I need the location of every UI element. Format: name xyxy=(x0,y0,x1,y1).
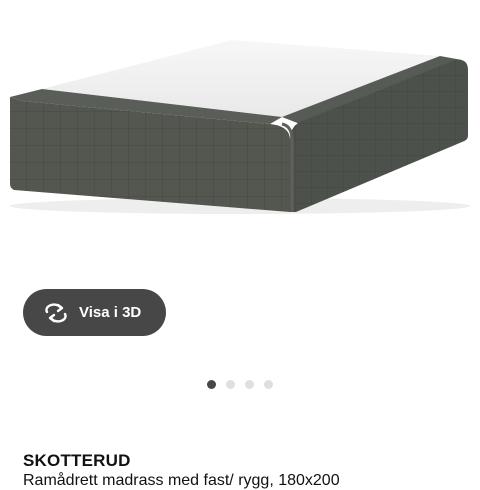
image-carousel-dots xyxy=(207,380,273,389)
carousel-dot-1[interactable] xyxy=(207,380,216,389)
carousel-dot-2[interactable] xyxy=(226,380,235,389)
rotate-arrows-icon xyxy=(45,302,67,323)
product-image-bed xyxy=(10,40,470,214)
carousel-dot-3[interactable] xyxy=(245,380,254,389)
carousel-dot-4[interactable] xyxy=(264,380,273,389)
product-description: Ramådrett madrass med fast/ rygg, 180x20… xyxy=(23,472,340,489)
product-title: SKOTTERUD xyxy=(23,451,131,470)
view-in-3d-label: Visa i 3D xyxy=(79,304,142,321)
product-image-area[interactable]: Visa i 3D xyxy=(0,0,480,360)
view-in-3d-button[interactable]: Visa i 3D xyxy=(23,289,166,336)
